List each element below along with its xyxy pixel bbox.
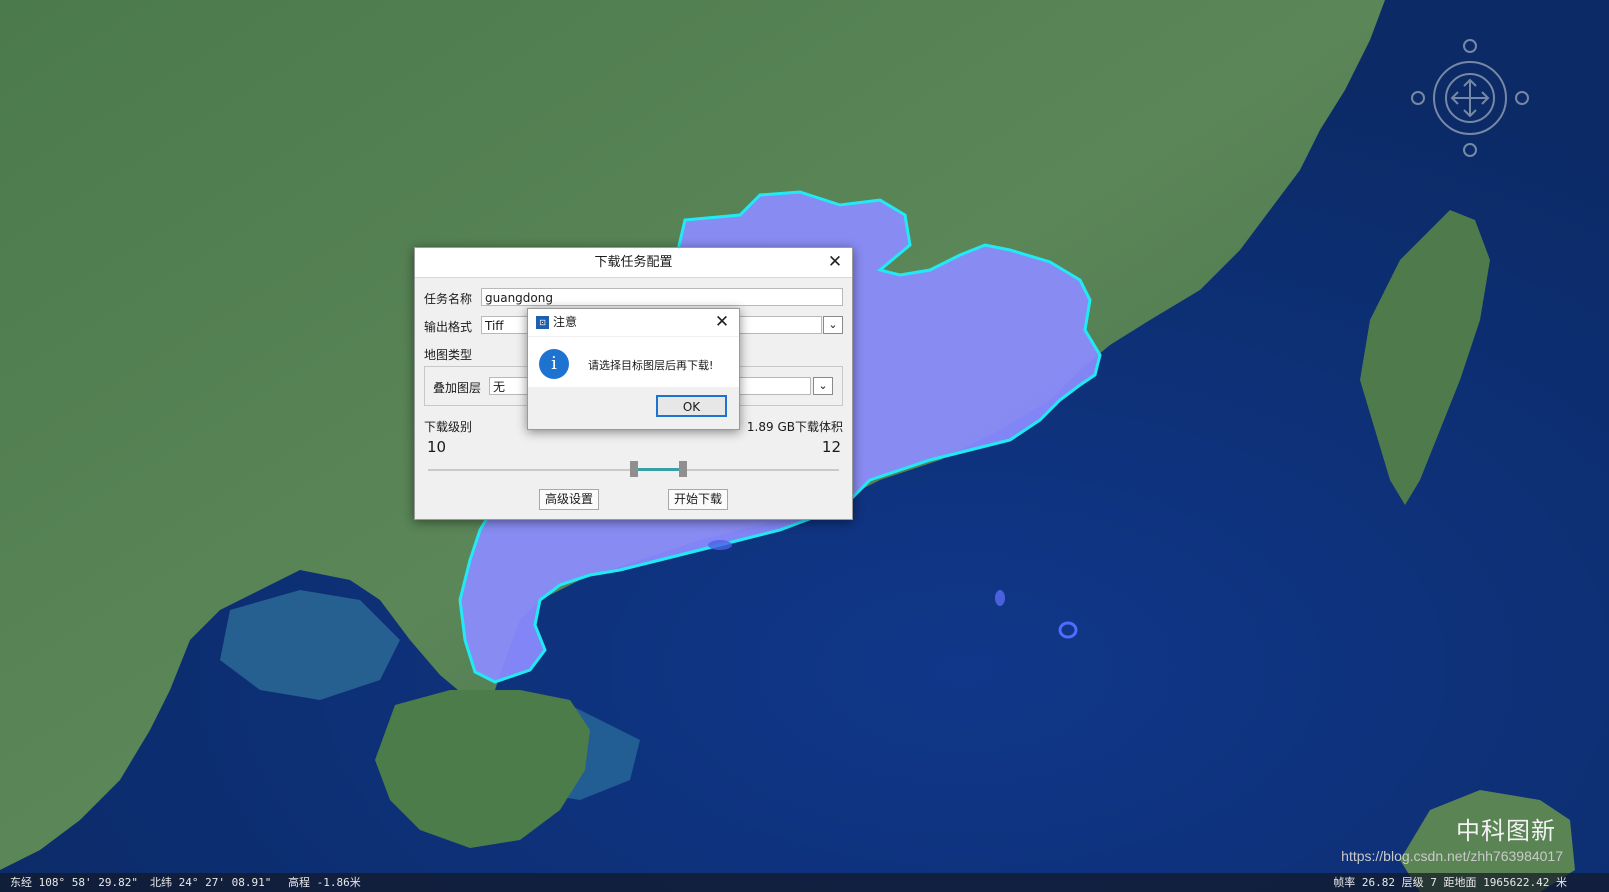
chevron-down-icon[interactable]: ⌄ <box>823 316 843 334</box>
download-level-label: 下载级别 <box>424 420 473 434</box>
island <box>995 590 1005 606</box>
slider-selected-range <box>633 468 683 471</box>
level-max-value: 12 <box>821 438 841 456</box>
slider-min-thumb[interactable] <box>629 461 638 477</box>
alert-message: 请选择目标图层后再下载! <box>588 359 714 372</box>
info-icon: i <box>539 349 569 379</box>
app-icon: ⊡ <box>536 316 549 329</box>
level-range-slider[interactable] <box>428 461 839 477</box>
latitude-readout: 北纬 24° 27' 08.91" <box>150 876 272 889</box>
advanced-settings-button[interactable]: 高级设置 <box>539 489 599 510</box>
brand-watermark: 中科图新 <box>1456 817 1556 845</box>
island <box>708 540 732 550</box>
level-min-value: 10 <box>427 438 447 456</box>
download-size-info: 1.89 GB下载体积 <box>746 420 843 434</box>
slider-max-thumb[interactable] <box>678 461 687 477</box>
dialog-title-bar: 下载任务配置 ✕ <box>415 248 852 278</box>
status-bar: 东经 108° 58' 29.82" 北纬 24° 27' 08.91" 高程 … <box>0 873 1609 892</box>
output-format-label: 输出格式 <box>424 320 473 334</box>
map-type-label: 地图类型 <box>424 348 473 362</box>
close-icon[interactable]: ✕ <box>824 248 846 277</box>
task-name-input[interactable]: guangdong <box>481 288 843 306</box>
render-info-readout: 帧率 26.82 层级 7 距地面 1965622.42 米 <box>1333 876 1567 889</box>
alert-title-bar: ⊡ 注意 ✕ <box>528 309 739 336</box>
elevation-readout: 高程 -1.86米 <box>288 876 361 889</box>
alert-title: 注意 <box>553 315 578 329</box>
chevron-down-icon[interactable]: ⌄ <box>813 377 833 395</box>
overlay-layer-label: 叠加图层 <box>433 381 482 395</box>
url-watermark: https://blog.csdn.net/zhh763984017 <box>1341 848 1563 864</box>
ok-button[interactable]: OK <box>656 395 727 417</box>
alert-body: i 请选择目标图层后再下载! <box>528 337 739 387</box>
dialog-title: 下载任务配置 <box>594 255 673 270</box>
start-download-button[interactable]: 开始下载 <box>668 489 728 510</box>
task-name-label: 任务名称 <box>424 292 473 306</box>
alert-dialog: ⊡ 注意 ✕ i 请选择目标图层后再下载! OK <box>527 308 740 430</box>
longitude-readout: 东经 108° 58' 29.82" <box>10 876 138 889</box>
close-icon[interactable]: ✕ <box>711 309 733 336</box>
